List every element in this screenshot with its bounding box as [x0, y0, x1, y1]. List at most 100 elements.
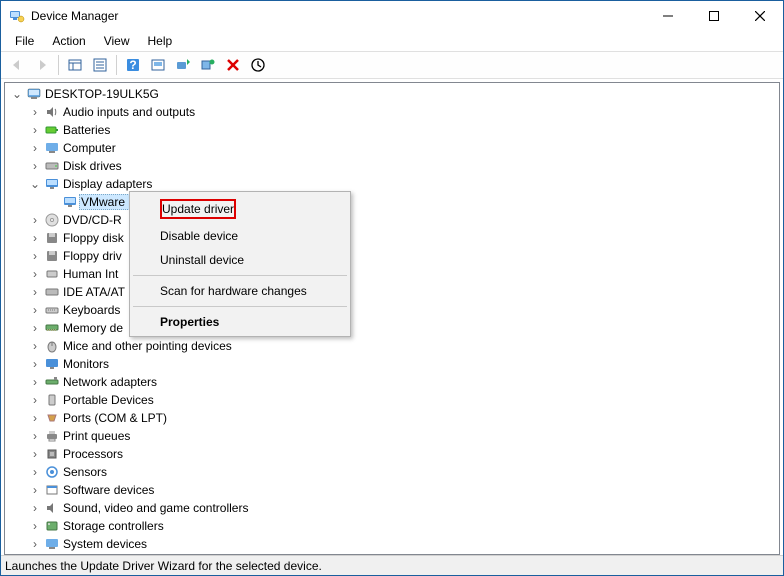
expand-icon[interactable]: ›	[27, 213, 43, 227]
computer-icon	[43, 140, 61, 156]
tree-item-disk[interactable]: ›Disk drives	[27, 157, 779, 175]
root-label: DESKTOP-19ULK5G	[43, 87, 161, 101]
svg-text:?: ?	[129, 58, 136, 72]
window-controls	[645, 1, 783, 31]
update-driver-button[interactable]	[171, 53, 195, 77]
window-title: Device Manager	[31, 9, 645, 23]
expand-icon[interactable]: ›	[27, 447, 43, 461]
device-manager-window: Device Manager File Action View Help ?	[0, 0, 784, 576]
tree-item-batteries[interactable]: ›Batteries	[27, 121, 779, 139]
toolbar-separator	[58, 55, 59, 75]
collapse-icon[interactable]: ⌄	[9, 87, 25, 101]
uninstall-button[interactable]	[221, 53, 245, 77]
disable-button[interactable]	[246, 53, 270, 77]
storage-icon	[43, 518, 61, 534]
tree-item-computer[interactable]: ›Computer	[27, 139, 779, 157]
menu-help[interactable]: Help	[140, 32, 181, 50]
device-tree-panel: ⌄ DESKTOP-19ULK5G ›Audio inputs and outp…	[4, 82, 780, 555]
ctx-separator	[133, 275, 347, 276]
ctx-update-driver[interactable]: Update driver	[132, 194, 348, 224]
expand-icon[interactable]: ›	[27, 141, 43, 155]
toolbar: ?	[1, 51, 783, 79]
computer-icon	[25, 86, 43, 102]
expand-icon[interactable]: ›	[27, 411, 43, 425]
ctx-uninstall-device[interactable]: Uninstall device	[132, 248, 348, 272]
expand-icon[interactable]: ›	[27, 519, 43, 533]
close-button[interactable]	[737, 1, 783, 31]
status-text: Launches the Update Driver Wizard for th…	[5, 559, 322, 573]
mouse-icon	[43, 338, 61, 354]
expand-icon[interactable]: ›	[27, 303, 43, 317]
tree-item-portable[interactable]: ›Portable Devices	[27, 391, 779, 409]
expand-icon[interactable]: ›	[27, 231, 43, 245]
app-icon	[9, 8, 25, 24]
help-button[interactable]: ?	[121, 53, 145, 77]
expand-icon[interactable]: ›	[27, 393, 43, 407]
keyboard-icon	[43, 302, 61, 318]
highlight-box: Update driver	[160, 199, 236, 219]
floppy-icon	[43, 248, 61, 264]
tree-item-audio[interactable]: ›Audio inputs and outputs	[27, 103, 779, 121]
show-hidden-button[interactable]	[63, 53, 87, 77]
menu-file[interactable]: File	[7, 32, 42, 50]
battery-icon	[43, 122, 61, 138]
expand-icon[interactable]: ›	[27, 483, 43, 497]
ports-icon	[43, 410, 61, 426]
ctx-separator	[133, 306, 347, 307]
devices-button[interactable]	[196, 53, 220, 77]
expand-icon[interactable]: ›	[27, 105, 43, 119]
scan-changes-button[interactable]	[146, 53, 170, 77]
expand-icon[interactable]: ›	[27, 159, 43, 173]
display-icon	[43, 176, 61, 192]
tree-item-mice[interactable]: › Mice and other pointing devices	[27, 337, 779, 355]
device-tree[interactable]: ⌄ DESKTOP-19ULK5G ›Audio inputs and outp…	[5, 83, 779, 555]
expand-icon[interactable]: ›	[27, 123, 43, 137]
back-button[interactable]	[5, 53, 29, 77]
ide-icon	[43, 284, 61, 300]
expand-icon[interactable]: ›	[27, 285, 43, 299]
minimize-button[interactable]	[645, 1, 691, 31]
ctx-properties[interactable]: Properties	[132, 310, 348, 334]
collapse-icon[interactable]: ⌄	[27, 177, 43, 191]
expand-icon[interactable]: ›	[27, 375, 43, 389]
hid-icon	[43, 266, 61, 282]
tree-root-row[interactable]: ⌄ DESKTOP-19ULK5G	[9, 85, 779, 103]
expand-icon[interactable]: ›	[27, 339, 43, 353]
tree-item-monitors[interactable]: ›Monitors	[27, 355, 779, 373]
tree-item-sensors[interactable]: ›Sensors	[27, 463, 779, 481]
tree-item-storage[interactable]: ›Storage controllers	[27, 517, 779, 535]
tree-item-system[interactable]: ›System devices	[27, 535, 779, 553]
expand-icon[interactable]: ›	[27, 465, 43, 479]
tree-item-network[interactable]: ›Network adapters	[27, 373, 779, 391]
disk-icon	[43, 158, 61, 174]
ctx-disable-device[interactable]: Disable device	[132, 224, 348, 248]
floppy-icon	[43, 230, 61, 246]
tree-item-processors[interactable]: ›Processors	[27, 445, 779, 463]
expand-icon[interactable]: ›	[27, 321, 43, 335]
expand-icon[interactable]: ›	[27, 501, 43, 515]
tree-item-software[interactable]: ›Software devices	[27, 481, 779, 499]
tree-item-ports[interactable]: ›Ports (COM & LPT)	[27, 409, 779, 427]
expand-icon[interactable]: ›	[27, 537, 43, 551]
dvd-icon	[43, 212, 61, 228]
menubar: File Action View Help	[1, 31, 783, 51]
tree-item-printqueues[interactable]: ›Print queues	[27, 427, 779, 445]
maximize-button[interactable]	[691, 1, 737, 31]
display-icon	[61, 194, 79, 210]
tree-item-sound[interactable]: ›Sound, video and game controllers	[27, 499, 779, 517]
memory-icon	[43, 320, 61, 336]
menu-view[interactable]: View	[96, 32, 138, 50]
expand-icon[interactable]: ›	[27, 249, 43, 263]
audio-icon	[43, 104, 61, 120]
expand-icon[interactable]: ›	[27, 357, 43, 371]
expand-icon[interactable]: ›	[27, 267, 43, 281]
expand-icon[interactable]: ›	[27, 429, 43, 443]
properties-button[interactable]	[88, 53, 112, 77]
network-icon	[43, 374, 61, 390]
forward-button[interactable]	[30, 53, 54, 77]
toolbar-separator	[116, 55, 117, 75]
printer-icon	[43, 428, 61, 444]
ctx-scan-hardware[interactable]: Scan for hardware changes	[132, 279, 348, 303]
monitor-icon	[43, 356, 61, 372]
menu-action[interactable]: Action	[44, 32, 93, 50]
